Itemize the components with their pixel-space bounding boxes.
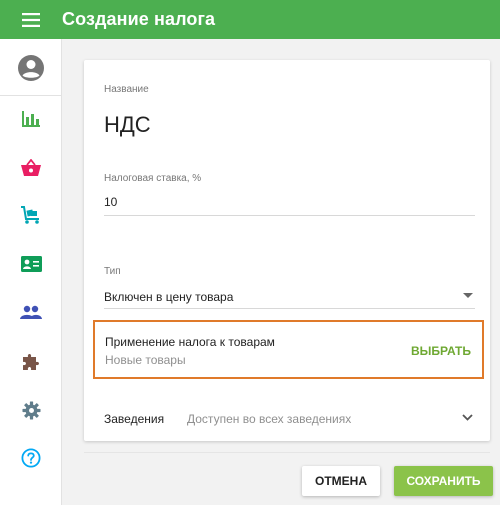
rate-label: Налоговая ставка, % xyxy=(104,173,202,184)
type-underline xyxy=(104,308,475,309)
cancel-button[interactable]: ОТМЕНА xyxy=(302,466,380,496)
warehouse-cart-icon xyxy=(21,206,39,224)
menu-button[interactable] xyxy=(0,0,62,39)
sidebar-item-account[interactable] xyxy=(0,46,62,90)
sidebar-item-people[interactable] xyxy=(0,290,62,334)
type-label: Тип xyxy=(104,266,121,277)
sidebar-divider xyxy=(0,95,62,96)
sidebar-item-basket[interactable] xyxy=(0,145,62,189)
contact-card-icon xyxy=(20,256,42,272)
chevron-down-icon[interactable] xyxy=(462,414,473,421)
apply-to-products-subtitle: Новые товары xyxy=(105,353,186,367)
footer-divider xyxy=(84,452,490,453)
puzzle-icon xyxy=(23,354,39,370)
people-icon xyxy=(20,305,42,319)
basket-icon xyxy=(21,158,41,176)
sidebar-item-help[interactable] xyxy=(0,436,62,480)
type-select[interactable]: Включен в цену товара xyxy=(104,290,233,304)
help-icon xyxy=(21,448,41,468)
sidebar-item-warehouse[interactable] xyxy=(0,193,62,237)
venues-label: Заведения xyxy=(104,412,165,426)
apply-to-products-title: Применение налога к товарам xyxy=(105,335,275,349)
apply-to-products-row[interactable]: Применение налога к товарам Новые товары… xyxy=(93,320,484,379)
name-field[interactable]: НДС xyxy=(104,112,151,138)
rate-underline xyxy=(104,215,475,216)
page-title: Создание налога xyxy=(62,9,216,29)
analytics-icon xyxy=(22,111,40,127)
venues-value[interactable]: Доступен во всех заведениях xyxy=(187,412,351,426)
save-button[interactable]: СОХРАНИТЬ xyxy=(394,466,493,496)
account-icon xyxy=(18,55,44,81)
select-products-button[interactable]: ВЫБРАТЬ xyxy=(411,344,471,358)
hamburger-menu-icon xyxy=(22,12,40,27)
sidebar-item-extensions[interactable] xyxy=(0,339,62,383)
sidebar-item-contacts[interactable] xyxy=(0,242,62,286)
rate-field[interactable]: 10 xyxy=(104,195,117,209)
top-app-bar: Создание налога xyxy=(0,0,500,39)
dropdown-arrow-icon[interactable] xyxy=(463,293,473,298)
sidebar-item-analytics[interactable] xyxy=(0,97,62,141)
sidebar-item-settings[interactable] xyxy=(0,388,62,432)
sidebar xyxy=(0,39,62,505)
settings-icon xyxy=(21,400,41,420)
name-label: Название xyxy=(104,84,149,95)
